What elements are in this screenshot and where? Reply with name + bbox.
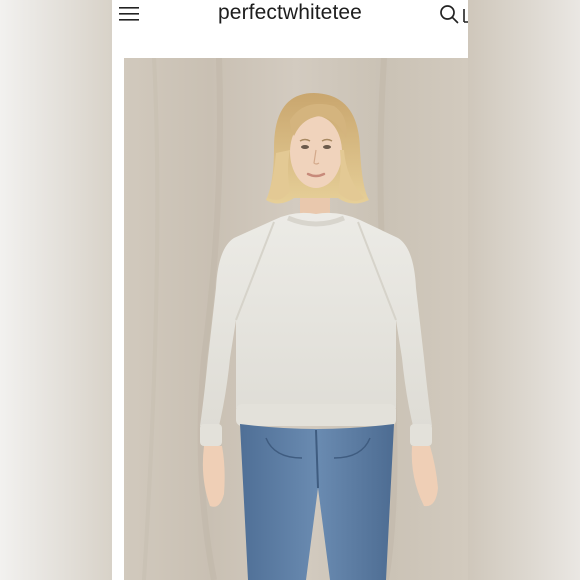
blurred-backdrop-left bbox=[0, 0, 112, 580]
search-icon[interactable] bbox=[439, 4, 459, 24]
site-header: perfectwhitetee bbox=[112, 0, 468, 58]
model-illustration bbox=[124, 58, 468, 580]
product-photo[interactable] bbox=[124, 58, 468, 580]
brand-logo[interactable]: perfectwhitetee bbox=[112, 1, 468, 25]
blurred-backdrop-right bbox=[468, 0, 580, 580]
shopping-bag-icon[interactable] bbox=[462, 5, 468, 23]
mobile-page: perfectwhitetee bbox=[112, 0, 468, 580]
